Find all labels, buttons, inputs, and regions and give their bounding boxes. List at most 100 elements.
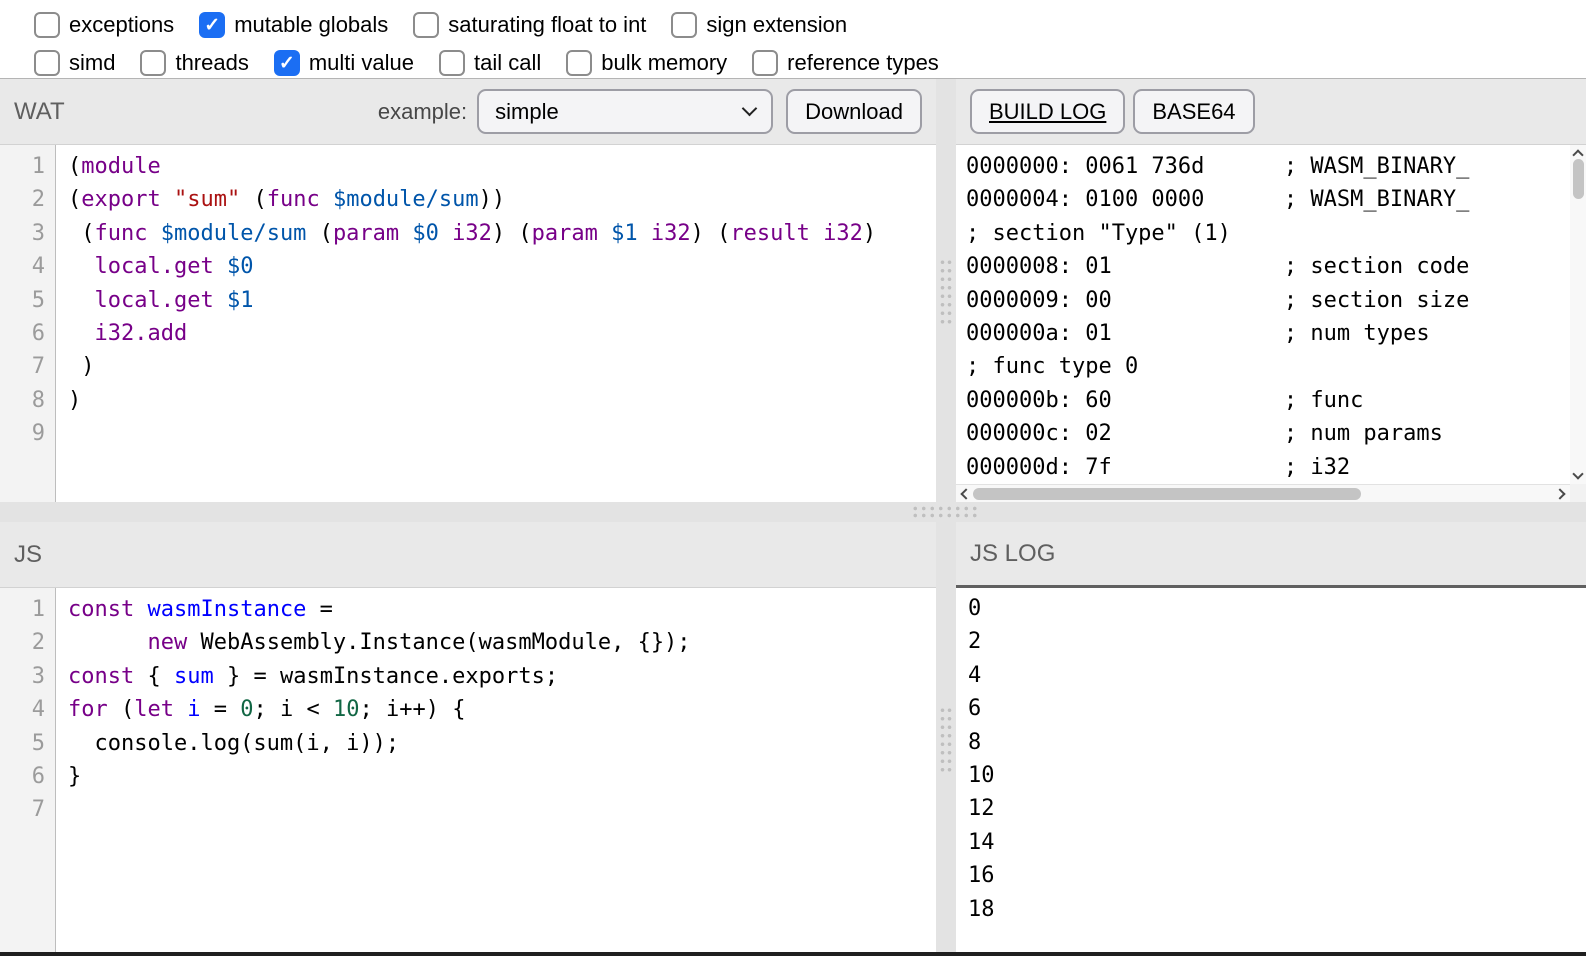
drag-handle-icon	[911, 505, 977, 520]
checkbox-checked-icon[interactable]: ✓	[273, 50, 300, 76]
line-number: 5	[31, 730, 45, 756]
wat-editor-code: (module (export "sum" (func $module/sum))…	[56, 145, 936, 502]
code-line: (export "sum" (func $module/sum))	[68, 187, 506, 213]
drag-handle-icon	[939, 257, 954, 324]
build-log-body: 0000000: 0061 736d ; WASM_BINARY_ 000000…	[956, 145, 1586, 502]
code-line: local.get $1	[94, 287, 254, 313]
code-line: )	[68, 354, 95, 380]
horizontal-splitter[interactable]	[0, 502, 1586, 522]
wasm-features-bar: exceptions ✓ mutable globals saturating flo…	[0, 0, 1586, 79]
js-editor[interactable]: 1 2 3 4 5 6 7 const wasmInstance = new WebAsse…	[0, 588, 936, 956]
line-number: 2	[31, 187, 45, 213]
line-number: 7	[31, 354, 45, 380]
wat-panel: WAT example: simple Download 1 2 3 4 5 6 7 8 9 (…	[0, 79, 936, 502]
build-log-tabs: BUILD LOG BASE64	[956, 79, 1586, 145]
vertical-splitter-top[interactable]	[936, 79, 956, 502]
feature-toggle-simd[interactable]: simd	[34, 50, 115, 76]
wat-editor-gutter: 1 2 3 4 5 6 7 8 9	[0, 145, 56, 502]
checkbox-unchecked-icon[interactable]	[566, 50, 593, 76]
feature-label: reference types	[787, 50, 939, 75]
feature-toggle-threads[interactable]: threads	[140, 50, 249, 76]
wat-panel-header: WAT example: simple Download	[0, 79, 936, 145]
build-log-vertical-scrollbar[interactable]	[1570, 145, 1586, 484]
js-log-body: 0 2 4 6 8 10 12 14 16 18	[956, 588, 1586, 956]
feature-label: simd	[69, 50, 116, 75]
js-panel-header: JS	[0, 522, 936, 588]
scroll-right-icon[interactable]	[1554, 487, 1566, 500]
wat-panel-title: WAT	[14, 97, 65, 125]
line-number: 3	[31, 663, 45, 689]
code-line: (module	[68, 154, 161, 179]
feature-toggle-bulk-memory[interactable]: bulk memory	[566, 50, 727, 76]
feature-label: sign extension	[706, 12, 848, 37]
checkbox-unchecked-icon[interactable]	[34, 50, 60, 76]
horizontal-scroll-thumb[interactable]	[973, 487, 1361, 500]
js-panel: JS 1 2 3 4 5 6 7 const wasmInstance = new WebA…	[0, 522, 936, 956]
wat-editor[interactable]: 1 2 3 4 5 6 7 8 9 (module (export "sum" (func $mo…	[0, 145, 936, 502]
example-select[interactable]: simple	[477, 89, 774, 134]
code-line: const wasmInstance =	[68, 597, 333, 622]
checkbox-unchecked-icon[interactable]	[34, 12, 60, 38]
download-button[interactable]: Download	[786, 89, 922, 134]
build-log-panel: BUILD LOG BASE64 0000000: 0061 736d ; WAS…	[956, 79, 1586, 502]
line-number: 8	[31, 387, 45, 413]
vertical-scroll-thumb[interactable]	[1572, 159, 1584, 199]
feature-label: multi value	[308, 50, 414, 75]
line-number: 7	[31, 797, 45, 823]
scroll-left-icon[interactable]	[960, 487, 972, 500]
line-number: 6	[31, 763, 45, 789]
vertical-splitter-bottom[interactable]	[936, 522, 956, 956]
line-number: 4	[31, 697, 45, 723]
feature-toggle-sign-extension[interactable]: sign extension	[671, 12, 847, 38]
line-number: 2	[31, 630, 45, 656]
js-log-title: JS LOG	[970, 539, 1056, 567]
feature-toggle-exceptions[interactable]: exceptions	[34, 12, 174, 38]
feature-toggle-tail-call[interactable]: tail call	[439, 50, 541, 76]
js-log-header: JS LOG	[956, 522, 1586, 588]
code-line: (func $module/sum (param $0 i32) (param …	[68, 220, 877, 246]
feature-label: exceptions	[69, 12, 175, 37]
code-line: const { sum } = wasmInstance.exports;	[68, 663, 559, 689]
feature-label: threads	[175, 50, 249, 75]
example-select-value: simple	[495, 98, 559, 124]
code-line: }	[68, 763, 82, 789]
feature-toggle-mutable-globals[interactable]: ✓ mutable globals	[199, 12, 388, 38]
code-line: console.log(sum(i, i));	[68, 730, 400, 756]
code-line: new WebAssembly.Instance(wasmModule, {})…	[147, 630, 691, 656]
js-panel-title: JS	[14, 540, 43, 568]
code-line: local.get $0	[94, 254, 254, 280]
feature-label: tail call	[474, 50, 542, 75]
checkbox-unchecked-icon[interactable]	[439, 50, 465, 76]
scroll-down-icon[interactable]	[1572, 468, 1584, 480]
feature-label: bulk memory	[601, 50, 728, 75]
checkbox-unchecked-icon[interactable]	[413, 12, 440, 38]
code-line: for (let i = 0; i < 10; i++) {	[68, 697, 466, 723]
code-line: i32.add	[94, 320, 188, 346]
line-number: 6	[31, 320, 45, 346]
feature-toggle-multi-value[interactable]: ✓ multi value	[273, 50, 414, 76]
checkbox-unchecked-icon[interactable]	[140, 50, 167, 76]
tab-base64[interactable]: BASE64	[1133, 89, 1255, 134]
tab-build-log[interactable]: BUILD LOG	[970, 89, 1126, 134]
drag-handle-icon	[939, 706, 954, 772]
line-number: 4	[31, 254, 45, 280]
build-log-horizontal-scrollbar[interactable]	[956, 484, 1570, 502]
chevron-down-icon	[741, 100, 758, 117]
feature-label: mutable globals	[234, 12, 389, 37]
js-editor-gutter: 1 2 3 4 5 6 7	[0, 588, 56, 956]
line-number: 3	[31, 220, 45, 246]
js-log-panel: JS LOG 0 2 4 6 8 10 12 14 16 18	[956, 522, 1586, 956]
feature-toggle-saturating-float-to-int[interactable]: saturating float to int	[413, 12, 646, 38]
feature-toggle-reference-types[interactable]: reference types	[752, 50, 939, 76]
checkbox-unchecked-icon[interactable]	[671, 12, 698, 38]
example-label: example:	[377, 98, 468, 124]
line-number: 1	[31, 597, 45, 622]
feature-label: saturating float to int	[448, 12, 647, 37]
js-editor-code: const wasmInstance = new WebAssembly.Ins…	[56, 588, 936, 956]
checkbox-unchecked-icon[interactable]	[752, 50, 779, 76]
js-log-output: 0 2 4 6 8 10 12 14 16 18	[968, 596, 995, 922]
build-log-output: 0000000: 0061 736d ; WASM_BINARY_ 000000…	[966, 154, 1470, 480]
code-line: )	[68, 387, 82, 413]
checkbox-checked-icon[interactable]: ✓	[199, 12, 226, 38]
